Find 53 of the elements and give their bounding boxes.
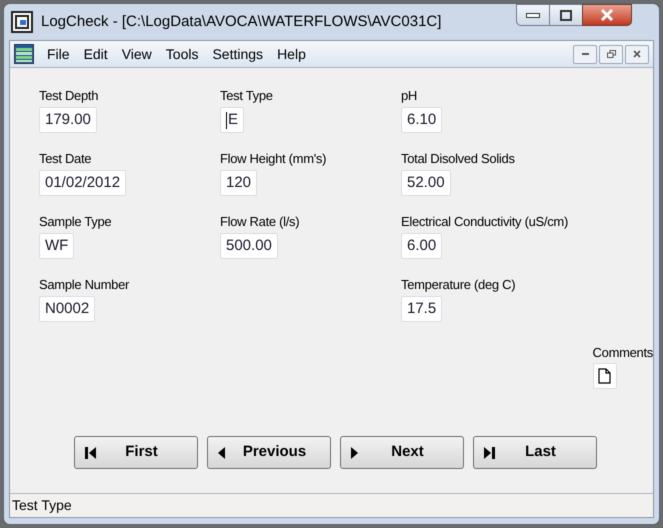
skip-start-icon bbox=[85, 446, 96, 458]
minimize-icon bbox=[526, 12, 540, 18]
field-label: Temperature (deg C) bbox=[401, 277, 516, 293]
field-label: Flow Height (mm's) bbox=[220, 151, 326, 167]
nav-button[interactable]: Next bbox=[340, 436, 464, 469]
minimize-icon bbox=[582, 53, 588, 55]
restore-button[interactable] bbox=[599, 44, 623, 64]
minimize-button[interactable] bbox=[573, 44, 597, 64]
app-icon bbox=[11, 11, 33, 33]
minimize-button[interactable] bbox=[516, 4, 550, 26]
status-text: Test Type bbox=[12, 496, 72, 515]
menu-item[interactable]: View bbox=[114, 44, 159, 64]
close-icon bbox=[633, 50, 641, 58]
input-field[interactable]: 01/02/2012 bbox=[39, 170, 126, 196]
field-label: Sample Number bbox=[39, 277, 130, 293]
close-button[interactable] bbox=[625, 44, 649, 64]
field-label: Test Type bbox=[220, 88, 273, 104]
restore-icon bbox=[606, 50, 616, 58]
input-field[interactable]: 179.00 bbox=[39, 107, 97, 133]
close-icon bbox=[600, 9, 614, 21]
nav-button[interactable]: First bbox=[74, 436, 198, 469]
menu-item[interactable]: File bbox=[40, 44, 77, 64]
document-icon bbox=[14, 44, 34, 64]
field-label: Electrical Conductivity (uS/cm) bbox=[401, 214, 568, 230]
field-label: pH bbox=[401, 88, 418, 104]
nav-button[interactable]: Last bbox=[473, 436, 597, 469]
page-icon bbox=[598, 368, 612, 384]
input-field[interactable]: WF bbox=[39, 233, 74, 259]
menu-item[interactable]: Edit bbox=[76, 44, 115, 64]
comments-button[interactable] bbox=[592, 363, 617, 389]
field-label: Flow Rate (l/s) bbox=[220, 214, 300, 230]
maximize-button[interactable] bbox=[550, 4, 582, 26]
skip-end-icon bbox=[484, 446, 495, 458]
nav-button[interactable]: Previous bbox=[207, 436, 331, 469]
input-field[interactable]: E bbox=[220, 107, 244, 133]
window-title: LogCheck - [C:\LogData\AVOCA\WATERFLOWS\AVC031C] bbox=[41, 12, 442, 32]
field-label: Test Date bbox=[39, 151, 92, 167]
menu-item[interactable]: Settings bbox=[205, 44, 270, 64]
input-field[interactable]: 500.00 bbox=[220, 233, 278, 259]
field-label: Test Depth bbox=[39, 88, 98, 104]
input-field[interactable]: 6.00 bbox=[401, 233, 442, 259]
close-button[interactable] bbox=[582, 4, 632, 26]
input-field[interactable]: 6.10 bbox=[401, 107, 442, 133]
maximize-icon bbox=[560, 10, 572, 20]
field-label: Total Disolved Solids bbox=[401, 151, 515, 167]
comments-label: Comments bbox=[592, 345, 653, 361]
field-label: Sample Type bbox=[39, 214, 112, 230]
menu-item[interactable]: Help bbox=[270, 44, 313, 64]
input-field[interactable]: 17.5 bbox=[401, 296, 442, 322]
input-field[interactable]: N0002 bbox=[39, 296, 96, 322]
input-field[interactable]: 52.00 bbox=[401, 170, 451, 196]
menu-item[interactable]: Tools bbox=[158, 44, 206, 64]
input-field[interactable]: 120 bbox=[220, 170, 258, 196]
